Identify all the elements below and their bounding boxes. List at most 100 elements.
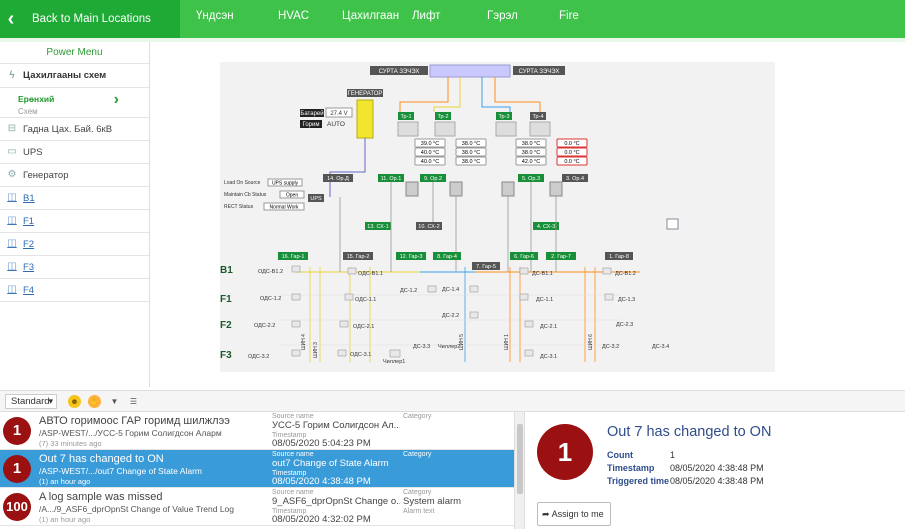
columns-icon[interactable]: ☰ (127, 395, 140, 408)
transformers: Тр-1 Тр-2 Тр-3 Тр-4 (397, 112, 551, 137)
shin-label: ШИН 1 (504, 334, 510, 350)
main-busbar (429, 64, 511, 78)
sidebar-item-label: F2 (23, 238, 35, 250)
device-label: ДС-3.4 (652, 344, 669, 350)
floor-label-f1: F1 (220, 294, 232, 305)
alarm-row[interactable]: 1 АВТО горимоос ГАР горимд шилжлээ /ASP-… (0, 412, 514, 450)
floor-icon: ◫ (7, 238, 17, 249)
generator-line (329, 138, 366, 197)
hide-icon[interactable]: ✋ (88, 395, 101, 408)
temp-value: 38.0 °C (522, 150, 540, 156)
alarm-row-selected[interactable]: 1 Out 7 has changed to ON /ASP-WEST/.../… (0, 450, 514, 488)
sidebar-section-electrical-scheme[interactable]: ϟ Цахилгааны схем (0, 64, 149, 88)
tab-fire[interactable]: Fire (559, 0, 579, 32)
shin-label: ШИН 6 (588, 334, 594, 350)
tab-main[interactable]: Үндсэн (196, 0, 234, 32)
source-name-value: 9_ASF6_dprOpnSt Change o... (272, 496, 400, 507)
power-menu-title: Power Menu (0, 42, 149, 64)
ups-icon: ▭ (7, 146, 17, 157)
alarm-path: /A.../9_ASF6_dprOpnSt Change of Value Tr… (39, 504, 234, 514)
device-label: Чиллер1 (383, 359, 405, 365)
sidebar-item-label: Генератор (23, 169, 69, 181)
load-on-source-value: UPS supply (272, 181, 299, 187)
sidebar-item-label: Гадна Цах. Бай. 6кВ (23, 123, 113, 135)
category-label: Category (403, 489, 432, 496)
alarm-row[interactable]: 100 A log sample was missed /A.../9_ASF6… (0, 488, 514, 526)
rect-status-label: RECT Status (224, 204, 254, 210)
device-label: ОДС-2.2 (254, 323, 275, 329)
alarm-list-scrollbar[interactable] (514, 412, 524, 529)
gar-label: 8. Гар-4 (437, 254, 457, 260)
shin-label: ШИН 5 (459, 334, 465, 350)
sidebar-item-generator[interactable]: ⚙ Генератор (0, 164, 149, 187)
top-right-label: СУРТА ЗЭЧЭХ (519, 69, 560, 75)
electrical-single-line-diagram: СУРТА ЗЭЧЭХ СУРТА ЗЭЧЭХ ГЕНЕРАТОР Батаре… (220, 62, 775, 372)
gar-panels: 16. Гар-1 15. Гар-2 12. Гар-3 8. Гар-4 7… (278, 252, 633, 270)
ups-label: UPS (310, 196, 322, 202)
shin-label: ШИН 3 (313, 342, 319, 358)
alarm-title: АВТО горимоос ГАР горимд шилжлээ (39, 415, 230, 427)
tab-hvac[interactable]: HVAC (278, 0, 309, 32)
floor-icon: ◫ (7, 261, 17, 272)
mode-value: AUTO (327, 121, 345, 128)
sidebar-item-external-substation[interactable]: ⊟ Гадна Цах. Бай. 6кВ (0, 118, 149, 141)
floor-icon: ◫ (7, 215, 17, 226)
temp-value: 38.0 °C (522, 141, 540, 147)
transformer-label: Тр-4 (533, 114, 544, 120)
battery-label: Батарей (300, 110, 323, 117)
alarm-text-label: Alarm text (403, 508, 435, 515)
feeder-line (433, 77, 461, 112)
alarm-detail-panel: 1 Out 7 has changed to ON Count 1 Timest… (524, 412, 905, 529)
floor-label-f2: F2 (220, 320, 232, 331)
alarm-list: 1 АВТО горимоос ГАР горимд шилжлээ /ASP-… (0, 412, 524, 529)
back-label: Back to Main Locations (32, 13, 151, 25)
back-to-main-locations-button[interactable]: ‹ Back to Main Locations (0, 0, 180, 38)
sidebar-item-ups[interactable]: ▭ UPS (0, 141, 149, 164)
sidebar-item-f4[interactable]: ◫ F4 (0, 279, 149, 302)
sidebar-section-label: Цахилгааны схем (23, 70, 107, 81)
transformer-unit (529, 121, 551, 137)
main-content: СУРТА ЗЭЧЭХ СУРТА ЗЭЧЭХ ГЕНЕРАТОР Батаре… (150, 42, 905, 387)
sidebar-item-label: B1 (23, 192, 35, 204)
gar-label: 7. Гар-5 (476, 264, 496, 270)
device-label: ДС-1.2 (400, 288, 417, 294)
gar-label: 16. Гар-1 (282, 254, 305, 260)
triggered-time-value: 08/05/2020 4:38:48 PM (670, 476, 764, 486)
device-label: ДС-1.3 (618, 297, 635, 303)
alarm-path: /ASP-WEST/.../out7 Change of State Alarm (39, 466, 202, 476)
sidebar-item-f3[interactable]: ◫ F3 (0, 256, 149, 279)
category-label: Category (403, 413, 432, 420)
tab-lighting[interactable]: Гэрэл (487, 0, 518, 32)
gar-label: 2. Гар-7 (551, 254, 571, 260)
device-label: ОДС-В1.1 (358, 271, 383, 277)
assign-to-me-button[interactable]: ➦ Assign to me (537, 502, 611, 526)
sidebar-item-general[interactable]: Ерөнхий Схем › (0, 88, 149, 118)
tab-elevator[interactable]: Лифт (412, 0, 440, 32)
view-select[interactable]: Standard (5, 394, 57, 409)
temp-value: 0.0 °C (564, 159, 579, 165)
device-label: ОДС-В1.2 (258, 269, 283, 275)
scrollbar-thumb[interactable] (517, 424, 523, 494)
gar-label: 15. Гар-2 (347, 254, 370, 260)
sidebar-item-f1[interactable]: ◫ F1 (0, 210, 149, 233)
panel-label: 11. Ор.1 (381, 176, 402, 182)
cx-label: 10. СХ-2 (418, 224, 439, 230)
cx-label: 13. СХ-1 (367, 224, 388, 230)
source-name-label: Source name (272, 451, 314, 458)
trend-icon[interactable] (666, 218, 679, 230)
sidebar-item-f2[interactable]: ◫ F2 (0, 233, 149, 256)
riser-orange (509, 267, 596, 362)
temp-value: 38.0 °C (462, 150, 480, 156)
alarm-toolbar: Standard ☻ ✋ ▼ ☰ (0, 390, 905, 412)
panel-label: 5. Ор.3 (522, 176, 540, 182)
sidebar-item-b1[interactable]: ◫ B1 (0, 187, 149, 210)
floor-label-f3: F3 (220, 350, 232, 361)
acknowledge-icon[interactable]: ☻ (68, 395, 81, 408)
filter-icon[interactable]: ▼ (108, 395, 121, 408)
tab-electrical[interactable]: Цахилгаан (342, 0, 399, 32)
device-label: ДС-В1.1 (532, 271, 553, 277)
alarm-age: (1) an hour ago (39, 477, 91, 486)
power-menu-sidebar: Power Menu ϟ Цахилгааны схем Ерөнхий Схе… (0, 42, 150, 387)
temperature-readings: 39.0 °C 40.0 °C 40.0 °C 38.0 °C 38.0 °C … (414, 138, 588, 166)
detail-title: Out 7 has changed to ON (607, 424, 772, 440)
